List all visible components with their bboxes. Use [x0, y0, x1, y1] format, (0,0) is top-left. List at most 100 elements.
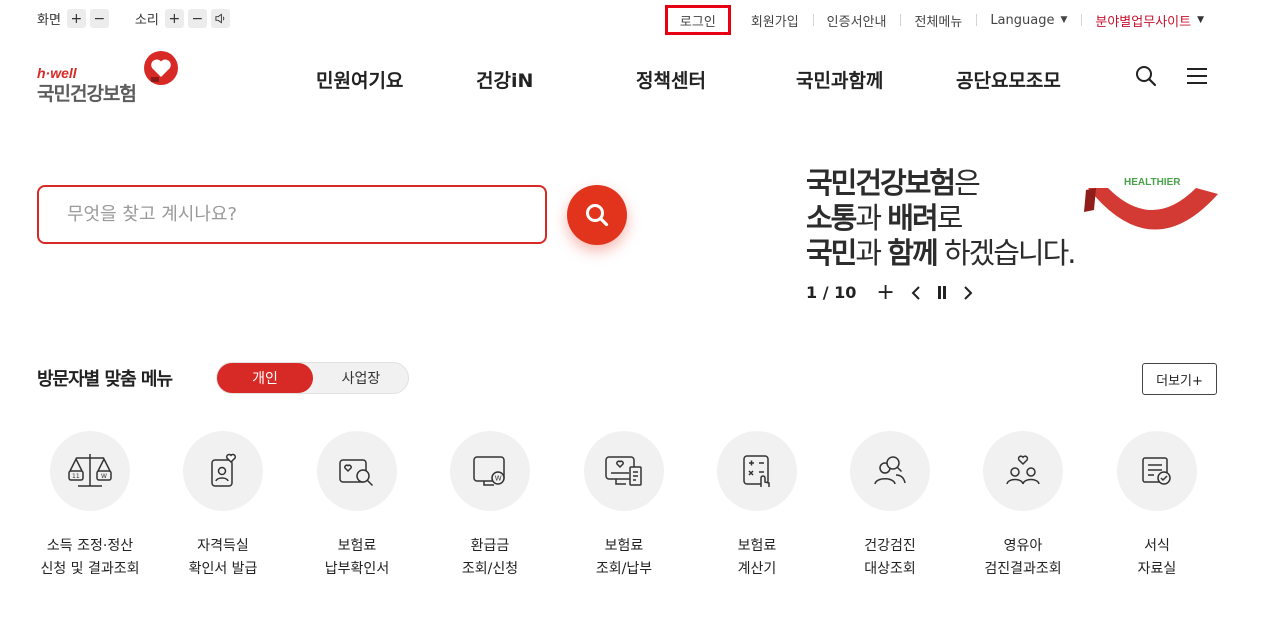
- field-sites-label: 분야별업무사이트: [1095, 14, 1192, 30]
- sound-label: 소리: [134, 13, 159, 28]
- slogan-particle: 로: [936, 201, 964, 235]
- slogan-together: 함께: [887, 236, 938, 270]
- slogan-particle: 과: [855, 201, 888, 235]
- healthier-text: HEALTHIER: [1124, 177, 1181, 188]
- menu-icon-circle: 11 W: [50, 431, 130, 511]
- site-logo[interactable]: h·well 국민건강보험: [37, 50, 182, 105]
- language-select[interactable]: Language ▼: [976, 5, 1081, 35]
- menu-item-label-line2: 자료실: [1137, 561, 1177, 577]
- menu-item-label-line1: 소득 조정·정산: [46, 538, 134, 554]
- card-search-icon: [339, 459, 374, 487]
- caret-down-icon: ▼: [1197, 15, 1204, 25]
- speaker-icon: [215, 13, 225, 24]
- slogan-particle: 은: [954, 166, 981, 200]
- menu-item-label-line2: 조회/신청: [461, 561, 519, 577]
- id-card-heart-icon: [211, 453, 236, 487]
- menu-icon-circle: [717, 431, 797, 511]
- screen-zoom-out-button[interactable]: −: [89, 9, 109, 28]
- logo-name-text: 국민건강보험: [37, 83, 137, 105]
- search-input[interactable]: [39, 187, 545, 242]
- document-check-icon: [1142, 457, 1171, 485]
- screen-zoom-group: 화면 + −: [37, 9, 113, 28]
- menu-item-income-adjustment[interactable]: 11 W 소득 조정·정산 신청 및 결과조회: [35, 431, 145, 581]
- svg-text:W: W: [495, 475, 502, 483]
- pause-button[interactable]: [937, 286, 947, 299]
- scale-icon: 11 W: [68, 454, 112, 487]
- banner-slogan: 국민건강보험은 소통과 배려로 국민과 함께 하겠습니다.: [806, 166, 1077, 271]
- screen-zoom-in-button[interactable]: +: [66, 9, 86, 28]
- menu-icon-circle: [850, 431, 930, 511]
- volume-down-button[interactable]: −: [187, 9, 207, 28]
- language-label: Language: [990, 12, 1055, 28]
- menu-icon-circle: W: [450, 431, 530, 511]
- menu-item-label-line1: 영유아: [1003, 538, 1043, 554]
- tab-personal[interactable]: 개인: [217, 363, 313, 393]
- banner-controls: 1 / 10 +: [806, 280, 989, 305]
- visitor-menu-title: 방문자별 맞춤 메뉴: [37, 369, 173, 390]
- nav-item-health[interactable]: 건강iN: [476, 66, 533, 93]
- menu-item-label-line1: 보험료: [337, 538, 377, 554]
- monitor-won-icon: W: [473, 456, 505, 486]
- nav-item-civil[interactable]: 민원여기요: [316, 66, 403, 93]
- menu-item-infant-checkup[interactable]: 영유아검진결과조회: [968, 431, 1078, 581]
- slogan-people: 국민: [806, 236, 857, 270]
- nav-item-together[interactable]: 국민과함께: [796, 66, 883, 93]
- login-link[interactable]: 로그인: [664, 5, 731, 35]
- menu-item-refund[interactable]: W 환급금 조회/신청: [435, 431, 545, 581]
- next-slide-button[interactable]: [963, 285, 973, 300]
- sitemap-link[interactable]: 전체메뉴: [900, 5, 976, 35]
- utility-nav: 로그인 회원가입 인증서안내 전체메뉴 Language ▼ 분야별업무사이트 …: [664, 5, 1218, 35]
- tab-business[interactable]: 사업장: [313, 363, 409, 393]
- nav-item-policy[interactable]: 정책센터: [636, 66, 706, 93]
- prev-slide-button[interactable]: [911, 285, 921, 300]
- pause-icon: [937, 286, 946, 299]
- slogan-nhis: 국민건강보험: [806, 166, 956, 200]
- menu-item-label-line1: 서식: [1144, 538, 1170, 554]
- slide-expand-button[interactable]: +: [876, 280, 894, 305]
- menu-item-label-line1: 자격득실: [197, 538, 249, 554]
- chevron-left-icon: [911, 285, 920, 300]
- search-submit-button[interactable]: [567, 185, 627, 245]
- svg-text:11: 11: [72, 473, 80, 480]
- menu-item-premium-calculator[interactable]: 보험료계산기: [702, 431, 812, 581]
- menu-item-label: 건강검진 대상조회: [835, 535, 945, 581]
- menu-item-label-line2: 조회/납부: [595, 561, 653, 577]
- menu-item-checkup-target[interactable]: 건강검진 대상조회: [835, 431, 945, 581]
- slogan-ending: 하겠습니다.: [936, 236, 1077, 270]
- menu-item-label-line1: 건강검진: [864, 538, 916, 554]
- calculator-icon: [743, 455, 770, 487]
- menu-item-label-line2: 납부확인서: [324, 561, 390, 577]
- slide-counter: 1 / 10: [806, 283, 857, 302]
- nav-item-about[interactable]: 공단요모조모: [956, 66, 1061, 93]
- healthier-ribbon-graphic: HEALTHIER: [1084, 176, 1218, 230]
- menu-item-label-line2: 검진결과조회: [984, 561, 1062, 577]
- menu-item-label-line2: 확인서 발급: [188, 561, 258, 577]
- menu-button[interactable]: [1186, 64, 1208, 92]
- svg-text:W: W: [101, 473, 107, 480]
- menu-item-premium-inquiry[interactable]: 보험료조회/납부: [569, 431, 679, 581]
- header-search-button[interactable]: [1134, 64, 1158, 92]
- menu-item-label-line1: 보험료: [737, 538, 777, 554]
- menu-icon-circle: [584, 431, 664, 511]
- menu-icon-circle: [983, 431, 1063, 511]
- menu-item-label-line1: 보험료: [604, 538, 644, 554]
- display-controls: 화면 + − 소리 + −: [37, 9, 256, 28]
- menu-item-eligibility-certificate[interactable]: 자격득실확인서 발급: [168, 431, 278, 581]
- speaker-button[interactable]: [210, 9, 230, 28]
- certificate-guide-link[interactable]: 인증서안내: [812, 5, 901, 35]
- more-button[interactable]: 더보기+: [1142, 363, 1217, 395]
- join-link[interactable]: 회원가입: [737, 5, 813, 35]
- menu-item-forms-library[interactable]: 서식자료실: [1102, 431, 1212, 581]
- search-icon: [1136, 66, 1157, 87]
- menu-item-label: 서식자료실: [1102, 535, 1212, 581]
- menu-icon-circle: [1117, 431, 1197, 511]
- people-search-icon: [874, 456, 906, 485]
- slogan-communication: 소통: [806, 201, 857, 235]
- menu-item-label: 자격득실확인서 발급: [168, 535, 278, 581]
- field-sites-select[interactable]: 분야별업무사이트 ▼: [1081, 5, 1218, 35]
- slogan-consideration: 배려: [887, 201, 938, 235]
- menu-item-label-line2: 계산기: [737, 561, 777, 577]
- volume-up-button[interactable]: +: [164, 9, 184, 28]
- menu-item-payment-certificate[interactable]: 보험료납부확인서: [302, 431, 412, 581]
- search-box: [37, 185, 547, 244]
